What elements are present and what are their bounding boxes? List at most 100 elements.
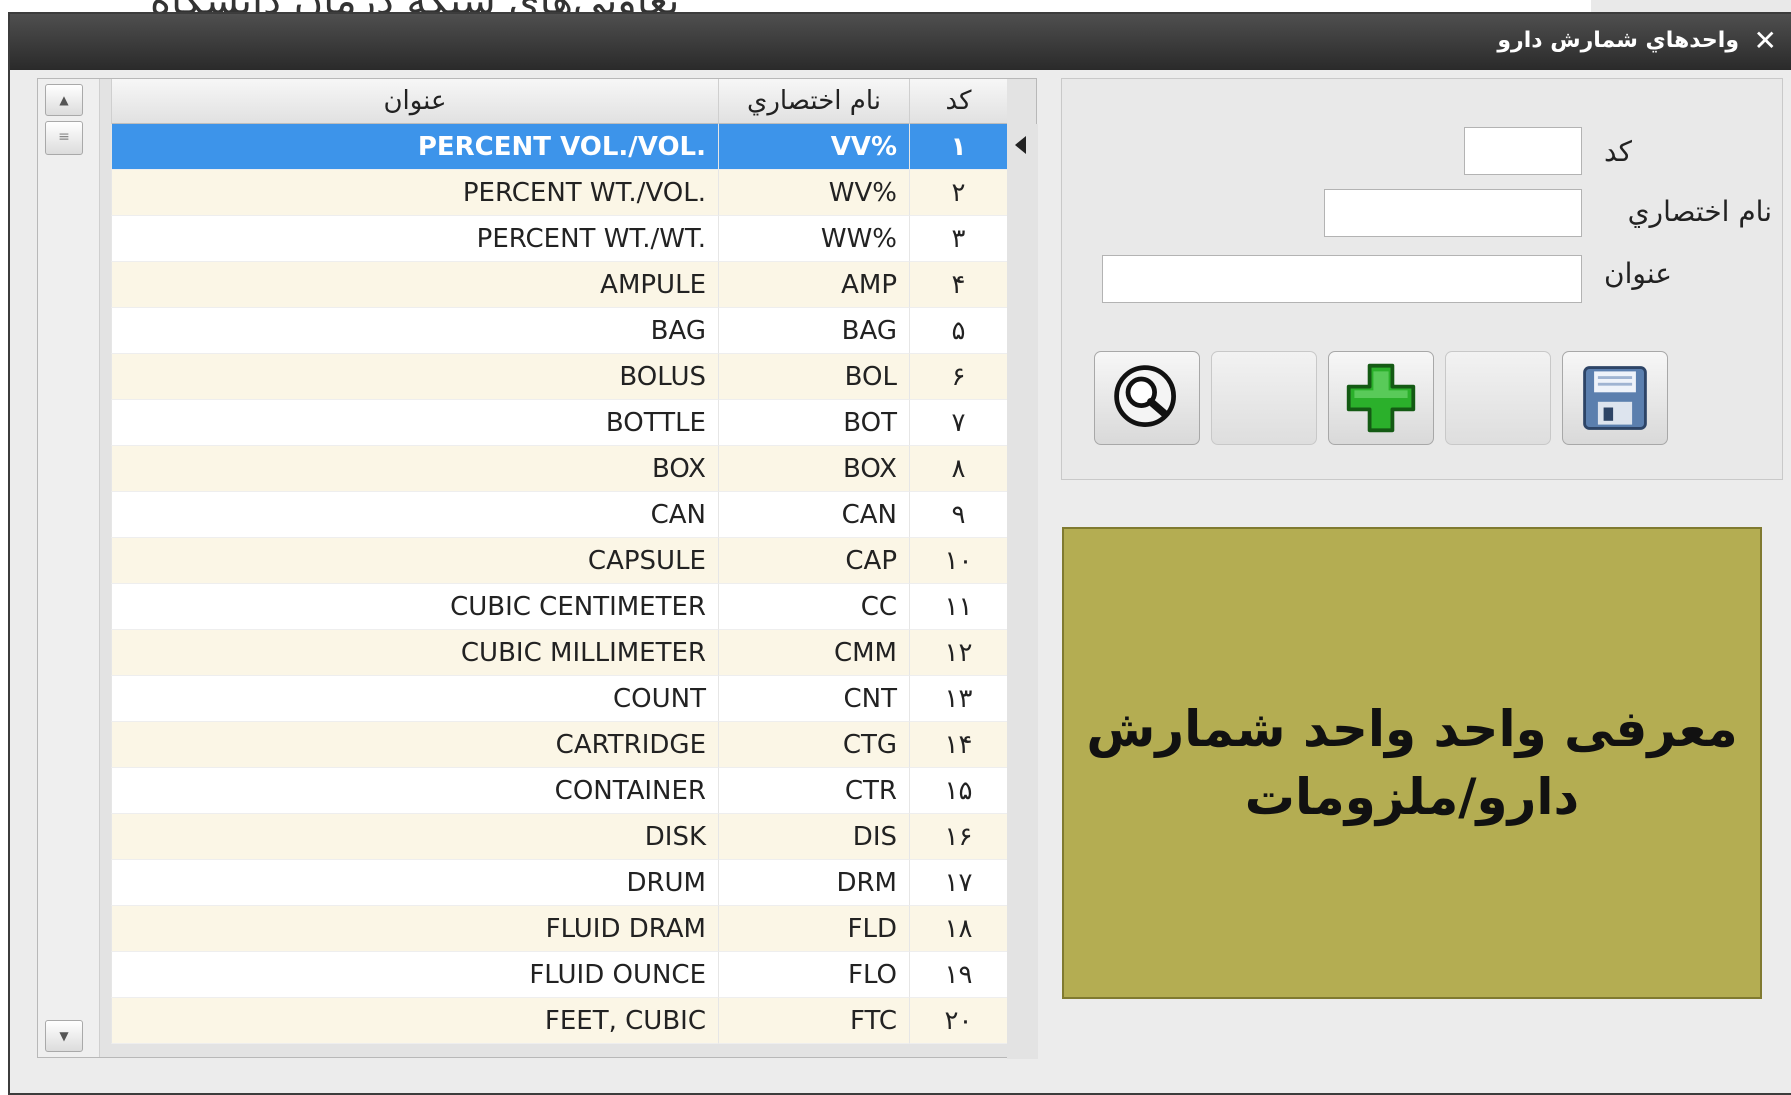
cell-title: CUBIC CENTIMETER [111, 584, 718, 630]
scroll-thumb[interactable]: ≡ [45, 121, 83, 155]
table-row[interactable]: FLUID DRAM FLD ۱۸ [111, 906, 1007, 952]
cell-abbreviation: CTR [718, 768, 909, 814]
table-row[interactable]: CARTRIDGE CTG ۱۴ [111, 722, 1007, 768]
cell-title: PERCENT WT./WT. [111, 216, 718, 262]
cell-code: ۱۱ [909, 584, 1007, 630]
annotation-line-1: معرفی واحد واحد شمارش [1086, 700, 1738, 758]
cell-title: BOTTLE [111, 400, 718, 446]
units-grid[interactable]: ▲ ≡ ▼ عنوان نام اختصاري كد PERCENT VOL./… [37, 78, 1038, 1059]
cell-title: FEET, CUBIC [111, 998, 718, 1044]
table-row[interactable]: CAPSULE CAP ۱۰ [111, 538, 1007, 584]
scroll-down-icon[interactable]: ▼ [45, 1020, 83, 1052]
cell-abbreviation: VV% [718, 124, 909, 170]
annotation-line-2: دارو/ملزومات [1244, 768, 1580, 826]
table-row[interactable]: CONTAINER CTR ۱۵ [111, 768, 1007, 814]
cell-title: CONTAINER [111, 768, 718, 814]
column-header-title[interactable]: عنوان [111, 79, 718, 124]
cell-title: CUBIC MILLIMETER [111, 630, 718, 676]
title-input[interactable] [1102, 255, 1582, 303]
scroll-up-icon[interactable]: ▲ [45, 84, 83, 116]
cell-abbreviation: AMP [718, 262, 909, 308]
cell-code: ۲ [909, 170, 1007, 216]
cell-abbreviation: FLO [718, 952, 909, 998]
cell-abbreviation: WV% [718, 170, 909, 216]
cell-code: ۱۹ [909, 952, 1007, 998]
table-row[interactable]: PERCENT VOL./VOL. VV% ۱ [111, 124, 1007, 170]
cell-title: FLUID OUNCE [111, 952, 718, 998]
table-row[interactable]: PERCENT WT./VOL. WV% ۲ [111, 170, 1007, 216]
cell-abbreviation: WW% [718, 216, 909, 262]
cell-abbreviation: CMM [718, 630, 909, 676]
cell-code: ۱ [909, 124, 1007, 170]
cell-abbreviation: CC [718, 584, 909, 630]
table-row[interactable]: BOLUS BOL ۶ [111, 354, 1007, 400]
cell-title: BAG [111, 308, 718, 354]
cell-code: ۹ [909, 492, 1007, 538]
cell-abbreviation: CAN [718, 492, 909, 538]
table-row[interactable]: CUBIC MILLIMETER CMM ۱۲ [111, 630, 1007, 676]
search-button[interactable] [1094, 351, 1200, 445]
cell-code: ۱۵ [909, 768, 1007, 814]
cell-code: ۶ [909, 354, 1007, 400]
column-header-abbreviation[interactable]: نام اختصاري [718, 79, 909, 124]
table-row[interactable]: BOTTLE BOT ۷ [111, 400, 1007, 446]
cell-code: ۱۷ [909, 860, 1007, 906]
close-icon[interactable]: ✕ [1754, 24, 1777, 57]
abbreviation-input[interactable] [1324, 189, 1582, 237]
cell-abbreviation: CTG [718, 722, 909, 768]
cell-code: ۷ [909, 400, 1007, 446]
dialog-title: واحدهاي شمارش دارو [1497, 28, 1739, 53]
cell-code: ۱۸ [909, 906, 1007, 952]
title-label: عنوان [1604, 257, 1672, 290]
disabled-button-2[interactable] [1445, 351, 1551, 445]
table-row[interactable]: FEET, CUBIC FTC ۲۰ [111, 998, 1007, 1044]
add-button[interactable] [1328, 351, 1434, 445]
code-label: كد [1603, 135, 1632, 168]
add-icon [1346, 363, 1416, 433]
table-row[interactable]: DISK DIS ۱۶ [111, 814, 1007, 860]
cell-title: PERCENT WT./VOL. [111, 170, 718, 216]
table-row[interactable]: CAN CAN ۹ [111, 492, 1007, 538]
cell-abbreviation: BOT [718, 400, 909, 446]
table-row[interactable]: BAG BAG ۵ [111, 308, 1007, 354]
cell-code: ۱۴ [909, 722, 1007, 768]
cell-code: ۱۳ [909, 676, 1007, 722]
cell-title: BOX [111, 446, 718, 492]
cell-code: ۱۰ [909, 538, 1007, 584]
cell-title: DRUM [111, 860, 718, 906]
cell-title: CAN [111, 492, 718, 538]
table-row[interactable]: PERCENT WT./WT. WW% ۳ [111, 216, 1007, 262]
cell-title: CAPSULE [111, 538, 718, 584]
table-row[interactable]: AMPULE AMP ۴ [111, 262, 1007, 308]
code-input[interactable] [1464, 127, 1582, 175]
cell-abbreviation: CAP [718, 538, 909, 584]
cell-title: DISK [111, 814, 718, 860]
table-row[interactable]: COUNT CNT ۱۳ [111, 676, 1007, 722]
search-icon [1114, 365, 1176, 427]
annotation-box: معرفی واحد واحد شمارش دارو/ملزومات [1062, 527, 1762, 999]
save-button[interactable] [1562, 351, 1668, 445]
abbreviation-label: نام اختصاري [1627, 195, 1772, 228]
cell-abbreviation: CNT [718, 676, 909, 722]
cell-code: ۳ [909, 216, 1007, 262]
cell-abbreviation: DIS [718, 814, 909, 860]
grid-rows: PERCENT VOL./VOL. VV% ۱ PERCENT WT./VOL. WV%… [111, 124, 1007, 1044]
table-row[interactable]: DRUM DRM ۱۷ [111, 860, 1007, 906]
table-row[interactable]: CUBIC CENTIMETER CC ۱۱ [111, 584, 1007, 630]
table-row[interactable]: BOX BOX ۸ [111, 446, 1007, 492]
grid-scrollbar[interactable]: ▲ ≡ ▼ [38, 79, 100, 1057]
cell-code: ۱۲ [909, 630, 1007, 676]
cell-title: AMPULE [111, 262, 718, 308]
cell-title: COUNT [111, 676, 718, 722]
cell-abbreviation: BOL [718, 354, 909, 400]
table-row[interactable]: FLUID OUNCE FLO ۱۹ [111, 952, 1007, 998]
cell-title: BOLUS [111, 354, 718, 400]
cell-title: PERCENT VOL./VOL. [111, 124, 718, 170]
cell-code: ۱۶ [909, 814, 1007, 860]
cell-title: FLUID DRAM [111, 906, 718, 952]
cell-code: ۵ [909, 308, 1007, 354]
entry-form: كد نام اختصاري عنوان [1061, 78, 1783, 480]
current-row-arrow-icon [1015, 136, 1026, 154]
column-header-code[interactable]: كد [909, 79, 1007, 124]
disabled-button-1[interactable] [1211, 351, 1317, 445]
